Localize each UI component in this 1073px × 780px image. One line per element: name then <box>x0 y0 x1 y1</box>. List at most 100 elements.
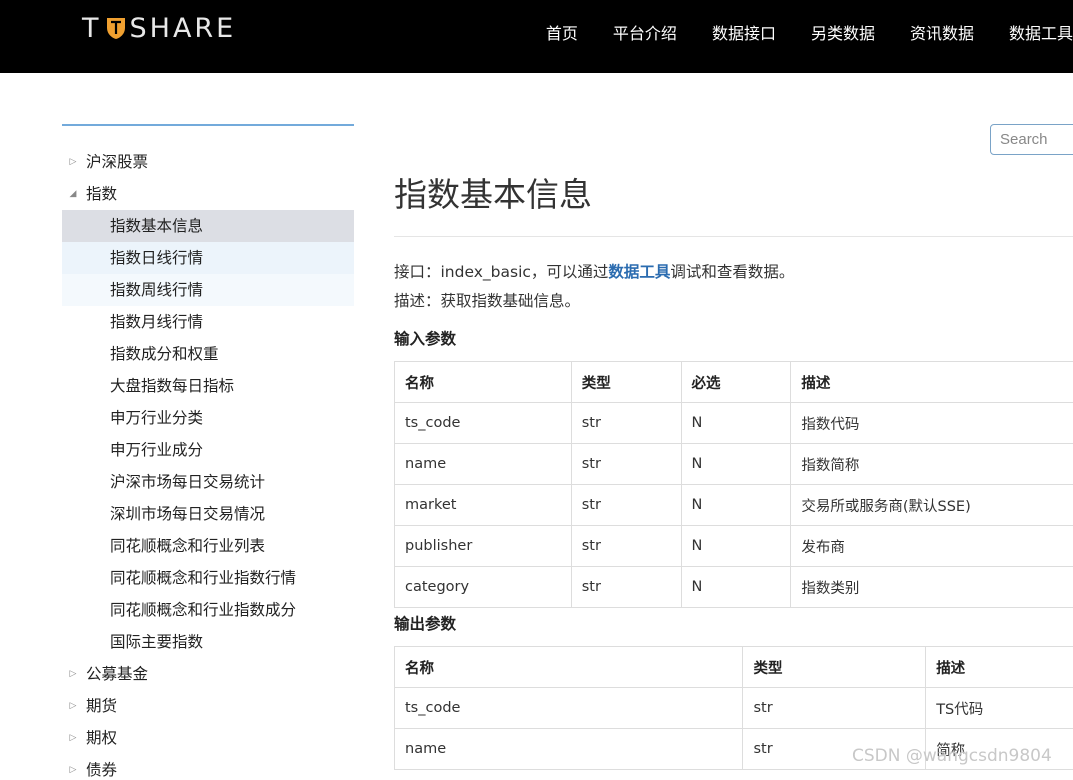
sidebar-item[interactable]: 深圳市场每日交易情况 <box>62 498 354 530</box>
data-tools-link[interactable]: 数据工具 <box>608 263 670 281</box>
caret-right-icon[interactable]: ▷ <box>68 722 78 754</box>
table-cell: str <box>570 566 682 608</box>
table-cell: 交易所或服务商(默认SSE) <box>790 484 1073 526</box>
sidebar-item[interactable]: 沪深市场每日交易统计 <box>62 466 354 498</box>
sidebar-item[interactable]: 指数成分和权重 <box>62 338 354 370</box>
sidebar-item-label: 指数月线行情 <box>110 313 204 331</box>
nav-home[interactable]: 首页 <box>546 22 578 46</box>
sidebar-item-label: 指数基本信息 <box>110 217 204 235</box>
table-cell: 指数类别 <box>790 566 1073 608</box>
header-desc: 描述 <box>790 361 1073 403</box>
sidebar-item-label: 期货 <box>86 697 118 715</box>
table-cell: ts_code <box>394 402 572 444</box>
table-row: category str N 指数类别 <box>394 566 1073 608</box>
caret-right-icon[interactable]: ▷ <box>68 690 78 722</box>
table-cell: str <box>742 687 927 729</box>
sidebar-item-label: 沪深股票 <box>86 153 149 171</box>
sidebar-item[interactable]: 指数基本信息 <box>62 210 354 242</box>
nav-news-data[interactable]: 资讯数据 <box>910 22 974 46</box>
nav-alt-data[interactable]: 另类数据 <box>811 22 875 46</box>
sidebar-item-label: 指数 <box>86 185 118 203</box>
sidebar-item[interactable]: 大盘指数每日指标 <box>62 370 354 402</box>
sidebar: ▷ 沪深股票 ◢ 指数指数基本信息 指数日线行情 指数周线行情 指数月线行情指数成分和权重大… <box>62 124 354 780</box>
title-divider <box>394 236 1073 237</box>
table-header-row: 名称 类型 描述 <box>393 646 1073 688</box>
table-cell: N <box>680 402 792 444</box>
description-line: 描述：获取指数基础信息。 <box>394 292 581 310</box>
table-cell: N <box>680 443 792 485</box>
table-row: ts_code str N 指数代码 <box>394 402 1073 444</box>
sidebar-item-label: 同花顺概念和行业列表 <box>110 537 266 555</box>
table-cell: 指数简称 <box>790 443 1073 485</box>
main-content: 指数基本信息 接口：index_basic，可以通过数据工具调试和查看数据。 描… <box>393 160 1073 770</box>
sidebar-item[interactable]: ▷ 沪深股票 <box>62 146 354 178</box>
sidebar-top-divider <box>62 124 354 126</box>
table-cell: str <box>570 402 682 444</box>
input-params-heading: 输入参数 <box>394 330 457 348</box>
table-row: name str N 指数简称 <box>394 443 1073 485</box>
table-cell: ts_code <box>393 687 744 729</box>
sidebar-item-label: 国际主要指数 <box>110 633 204 651</box>
caret-right-icon[interactable]: ▷ <box>68 754 78 780</box>
sidebar-item[interactable]: 国际主要指数 <box>62 626 354 658</box>
table-cell: N <box>680 525 792 567</box>
sidebar-item-label: 同花顺概念和行业指数成分 <box>110 601 297 619</box>
sidebar-item[interactable]: 指数周线行情 <box>62 274 354 306</box>
caret-right-icon[interactable]: ▷ <box>68 146 78 178</box>
nav-data-tools[interactable]: 数据工具 <box>1009 22 1073 46</box>
sidebar-item[interactable]: 申万行业成分 <box>62 434 354 466</box>
table-cell: str <box>570 484 682 526</box>
sidebar-item[interactable]: 同花顺概念和行业列表 <box>62 530 354 562</box>
sidebar-item[interactable]: 指数日线行情 <box>62 242 354 274</box>
api-line: 接口：index_basic，可以通过数据工具调试和查看数据。 <box>394 260 794 282</box>
sidebar-item-label: 公募基金 <box>86 665 149 683</box>
header-desc: 描述 <box>925 646 1073 688</box>
sidebar-item[interactable]: 同花顺概念和行业指数成分 <box>62 594 354 626</box>
table-cell: N <box>680 566 792 608</box>
sidebar-item[interactable]: 同花顺概念和行业指数行情 <box>62 562 354 594</box>
nav-platform-intro[interactable]: 平台介绍 <box>613 22 677 46</box>
csdn-watermark: CSDN @wangcsdn9804 <box>852 746 1052 766</box>
sidebar-item-label: 申万行业分类 <box>110 409 204 427</box>
caret-right-icon[interactable]: ▷ <box>68 658 78 690</box>
sidebar-item[interactable]: ▷ 期货 <box>62 690 354 722</box>
logo-shield-icon <box>106 18 125 39</box>
table-cell: publisher <box>394 525 572 567</box>
sidebar-item-label: 债券 <box>86 761 118 779</box>
logo-text-right: SHARE <box>129 12 237 44</box>
sidebar-item[interactable]: ◢ 指数 <box>62 178 354 210</box>
table-cell: name <box>394 443 572 485</box>
sidebar-item-label: 指数周线行情 <box>110 281 204 299</box>
table-cell: name <box>393 728 744 770</box>
api-suffix: 调试和查看数据。 <box>670 263 795 281</box>
nav-data-api[interactable]: 数据接口 <box>712 22 776 46</box>
sidebar-item[interactable]: ▷ 债券 <box>62 754 354 780</box>
sidebar-item[interactable]: 申万行业分类 <box>62 402 354 434</box>
table-row: market str N 交易所或服务商(默认SSE) <box>394 484 1073 526</box>
header-required: 必选 <box>680 361 792 403</box>
page-title: 指数基本信息 <box>394 175 592 214</box>
table-cell: TS代码 <box>925 687 1073 729</box>
top-navbar: T SHARE 首页 平台介绍 数据接口 另类数据 资讯数据 数据工具 <box>0 0 1073 73</box>
table-cell: 发布商 <box>790 525 1073 567</box>
header-name: 名称 <box>393 646 744 688</box>
sidebar-item-label: 期权 <box>86 729 118 747</box>
header-type: 类型 <box>742 646 927 688</box>
sidebar-item-label: 指数日线行情 <box>110 249 204 267</box>
sidebar-item[interactable]: 指数月线行情 <box>62 306 354 338</box>
header-name: 名称 <box>394 361 572 403</box>
sidebar-item-label: 深圳市场每日交易情况 <box>110 505 266 523</box>
api-prefix: 接口：index_basic，可以通过 <box>394 263 609 281</box>
sidebar-item[interactable]: ▷ 期权 <box>62 722 354 754</box>
table-cell: market <box>394 484 572 526</box>
caret-down-icon[interactable]: ◢ <box>68 178 78 210</box>
sidebar-item[interactable]: ▷ 公募基金 <box>62 658 354 690</box>
sidebar-item-label: 申万行业成分 <box>110 441 204 459</box>
sidebar-item-label: 大盘指数每日指标 <box>110 377 235 395</box>
tushare-logo[interactable]: T SHARE <box>82 12 236 44</box>
search-input[interactable]: Search <box>990 124 1073 155</box>
sidebar-list: ▷ 沪深股票 ◢ 指数指数基本信息 指数日线行情 指数周线行情 指数月线行情指数成分和权重大… <box>62 146 354 780</box>
table-cell: N <box>680 484 792 526</box>
table-cell: category <box>394 566 572 608</box>
table-header-row: 名称 类型 必选 描述 <box>394 361 1073 403</box>
